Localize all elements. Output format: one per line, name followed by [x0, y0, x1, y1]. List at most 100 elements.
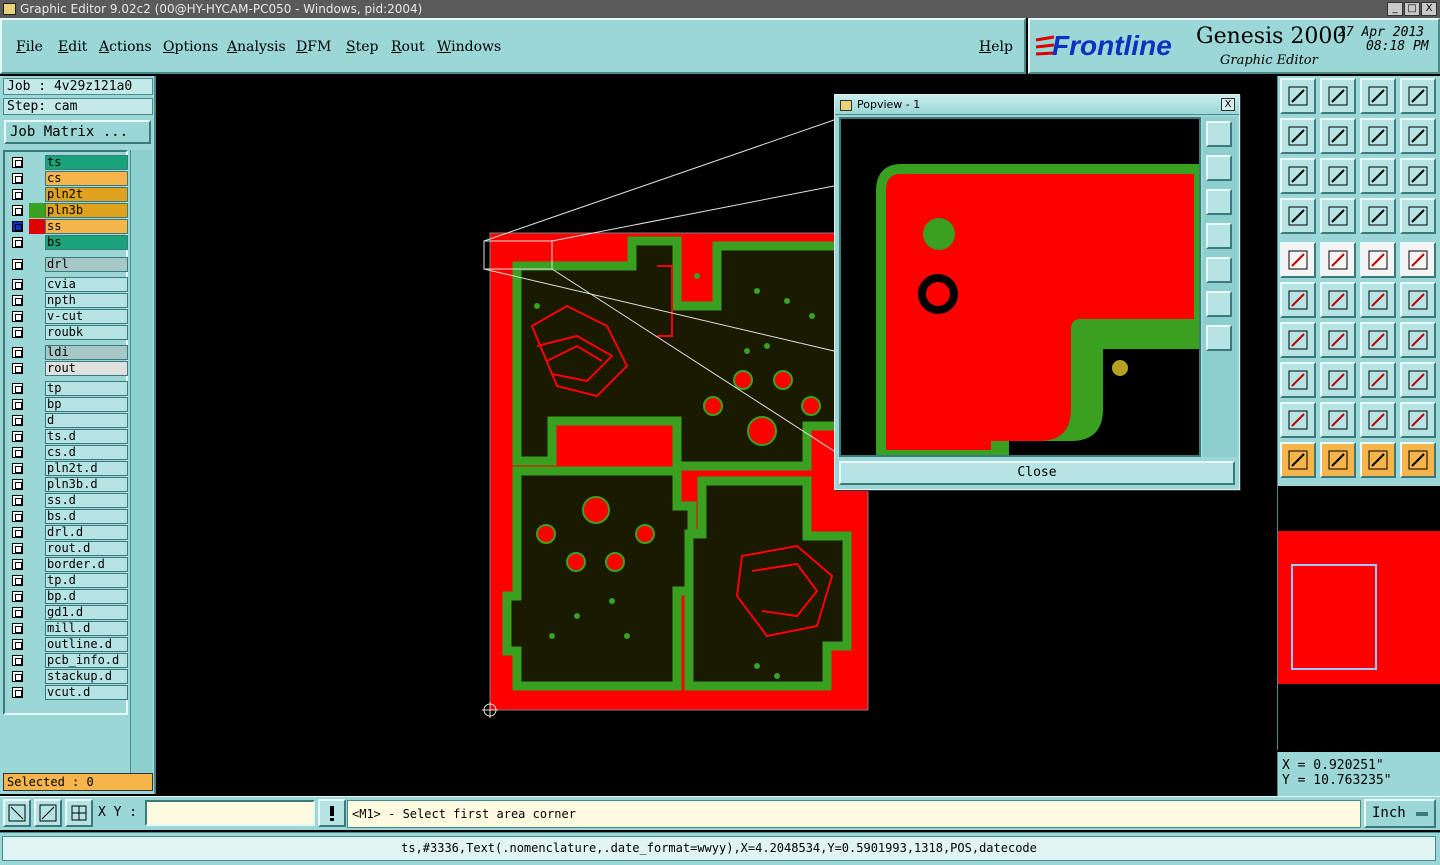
layer-checkbox[interactable]	[12, 205, 23, 216]
select-area-icon[interactable]	[1360, 442, 1396, 478]
job-matrix-button[interactable]: Job Matrix ...	[4, 120, 151, 144]
layer-name[interactable]: pln2t.d	[45, 461, 128, 476]
layer-checkbox[interactable]	[12, 511, 23, 522]
layer-row[interactable]: pln2t	[9, 187, 128, 202]
layer-name[interactable]: v-cut	[45, 309, 128, 324]
layer-name[interactable]: bp	[45, 397, 128, 412]
layer-checkbox[interactable]	[12, 447, 23, 458]
layer-checkbox[interactable]	[12, 415, 23, 426]
scale-1-2-icon[interactable]	[1360, 158, 1396, 194]
layer-color-swatch[interactable]	[29, 171, 45, 186]
layer-name[interactable]: bs.d	[45, 509, 128, 524]
polygon-icon[interactable]	[1280, 402, 1316, 438]
layer-list-scrollbar[interactable]	[130, 150, 152, 790]
layer-color-swatch[interactable]	[29, 541, 45, 556]
popview-fit-icon[interactable]	[1206, 291, 1232, 317]
layer-row[interactable]: pln3b	[9, 203, 128, 218]
layer-color-swatch[interactable]	[29, 235, 45, 250]
layer-name[interactable]: drl	[45, 257, 128, 272]
layer-checkbox[interactable]	[12, 463, 23, 474]
layer-checkbox[interactable]	[12, 623, 23, 634]
layer-row[interactable]: bs	[9, 235, 128, 250]
layer-row[interactable]: tp	[9, 381, 128, 396]
close-window-button[interactable]: X	[1421, 2, 1437, 16]
menu-file[interactable]: File	[16, 39, 43, 55]
layer-row[interactable]: pcb_info.d	[9, 653, 128, 668]
menu-help[interactable]: Help	[979, 39, 1013, 55]
zoom-home-icon[interactable]	[1320, 78, 1356, 114]
zoom-window-icon[interactable]	[3, 799, 31, 827]
layer-color-swatch[interactable]	[29, 525, 45, 540]
layer-name[interactable]: ts	[45, 155, 128, 170]
popview-close-x[interactable]: X	[1221, 98, 1235, 111]
layer-name[interactable]: bp.d	[45, 589, 128, 604]
layer-row[interactable]: drl.d	[9, 525, 128, 540]
layer-checkbox[interactable]	[12, 591, 23, 602]
layer-color-swatch[interactable]	[29, 557, 45, 572]
polygon-icon[interactable]	[1360, 402, 1396, 438]
add-feature-icon[interactable]	[1280, 242, 1316, 278]
menu-options[interactable]: Options	[163, 39, 218, 55]
snap-icon[interactable]	[1400, 198, 1436, 234]
layer-checkbox[interactable]	[12, 279, 23, 290]
layer-color-swatch[interactable]	[29, 589, 45, 604]
home-icon[interactable]	[1360, 78, 1396, 114]
break-icon[interactable]	[1360, 362, 1396, 398]
layer-color-swatch[interactable]	[29, 669, 45, 684]
snap-grid-icon[interactable]	[65, 799, 93, 827]
layer-color-swatch[interactable]	[29, 155, 45, 170]
layer-row[interactable]: cs.d	[9, 445, 128, 460]
layer-checkbox[interactable]	[12, 311, 23, 322]
menu-step[interactable]: Step	[346, 39, 378, 55]
layer-checkbox[interactable]	[12, 237, 23, 248]
alert-icon[interactable]	[318, 799, 346, 827]
center-icon[interactable]	[1320, 158, 1356, 194]
measure-tool-icon[interactable]	[34, 799, 62, 827]
layer-color-swatch[interactable]	[29, 219, 45, 234]
layer-name[interactable]: tp.d	[45, 573, 128, 588]
select-icon[interactable]	[1280, 442, 1316, 478]
contour-icon[interactable]	[1400, 362, 1436, 398]
layer-color-swatch[interactable]	[29, 325, 45, 340]
zoom-home-icon[interactable]	[1280, 78, 1316, 114]
layer-checkbox[interactable]	[12, 655, 23, 666]
popview-window[interactable]: Popview - 1 X Close	[834, 94, 1240, 490]
layer-color-swatch[interactable]	[29, 685, 45, 700]
layer-name[interactable]: d	[45, 413, 128, 428]
minimize-button[interactable]: _	[1387, 2, 1403, 16]
layer-checkbox[interactable]	[12, 479, 23, 490]
layer-name[interactable]: gd1.d	[45, 605, 128, 620]
layer-checkbox[interactable]	[12, 189, 23, 200]
layer-name[interactable]: cs.d	[45, 445, 128, 460]
layer-row[interactable]: mill.d	[9, 621, 128, 636]
layer-color-swatch[interactable]	[29, 257, 45, 272]
layer-checkbox[interactable]	[12, 259, 23, 270]
layer-name[interactable]: cs	[45, 171, 128, 186]
layer-color-swatch[interactable]	[29, 477, 45, 492]
layer-checkbox[interactable]	[12, 383, 23, 394]
layer-name[interactable]: drl.d	[45, 525, 128, 540]
connect-icon[interactable]	[1280, 282, 1316, 318]
popview-image[interactable]	[839, 117, 1201, 457]
menu-windows[interactable]: Windows	[437, 39, 501, 55]
layer-name[interactable]: roubk	[45, 325, 128, 340]
layer-name[interactable]: pln2t	[45, 187, 128, 202]
layer-row[interactable]: roubk	[9, 325, 128, 340]
units-dropdown[interactable]: Inch	[1364, 799, 1436, 828]
angle-icon[interactable]	[1280, 322, 1316, 358]
arc-icon[interactable]	[1360, 322, 1396, 358]
delete-icon[interactable]	[1320, 282, 1356, 318]
layer-name[interactable]: pln3b	[45, 203, 128, 218]
overview-map[interactable]	[1277, 486, 1440, 750]
pan-left-icon[interactable]	[1280, 118, 1316, 154]
layer-checkbox[interactable]	[12, 347, 23, 358]
layer-name[interactable]: ss	[45, 219, 128, 234]
layer-name[interactable]: mill.d	[45, 621, 128, 636]
layer-color-swatch[interactable]	[29, 573, 45, 588]
resize-icon[interactable]	[1320, 362, 1356, 398]
layer-checkbox[interactable]	[12, 221, 23, 232]
layer-name[interactable]: pcb_info.d	[45, 653, 128, 668]
layer-checkbox[interactable]	[12, 639, 23, 650]
popview-center-icon[interactable]	[1206, 325, 1232, 351]
layer-color-swatch[interactable]	[29, 493, 45, 508]
